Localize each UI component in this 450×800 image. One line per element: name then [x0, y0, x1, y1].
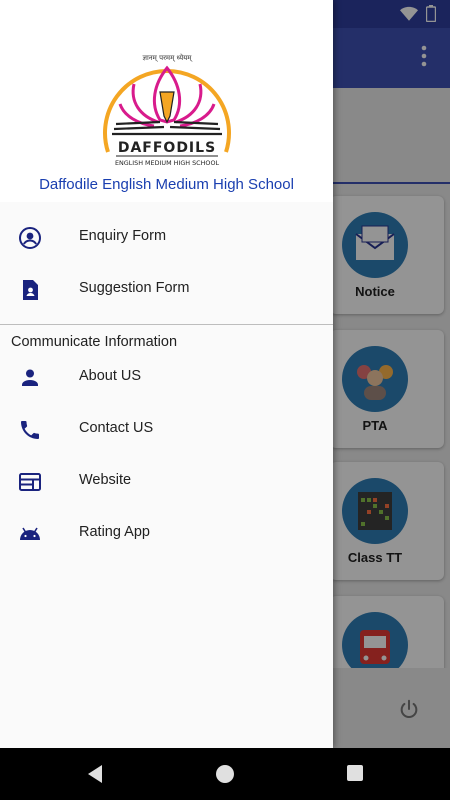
- menu-item-contact-us[interactable]: Contact US: [0, 404, 333, 456]
- navigation-drawer: ज्ञानम् परमम् ध्येयम् DAFFODILS ENGLISH …: [0, 0, 333, 748]
- menu-item-label: Rating App: [79, 524, 150, 540]
- menu-item-label: Suggestion Form: [79, 280, 190, 296]
- phone-icon: [21, 421, 39, 439]
- drawer-header: ज्ञानम् परमम् ध्येयम् DAFFODILS ENGLISH …: [0, 0, 333, 202]
- person-icon: [22, 369, 38, 386]
- menu-item-label: About US: [79, 368, 142, 384]
- recents-icon[interactable]: [347, 765, 363, 781]
- menu-item-about-us[interactable]: About US: [0, 352, 333, 404]
- menu-item-suggestion-form[interactable]: Suggestion Form: [0, 264, 333, 316]
- menu-item-label: Enquiry Form: [79, 228, 167, 244]
- account-circle-icon: [19, 227, 41, 249]
- divider: [0, 324, 333, 325]
- school-logo: ज्ञानम् परमम् ध्येयम् DAFFODILS ENGLISH …: [103, 53, 231, 167]
- menu-item-website[interactable]: Website: [0, 456, 333, 508]
- logo-subtitle: ENGLISH MEDIUM HIGH SCHOOL: [115, 159, 220, 167]
- menu-item-label: Contact US: [79, 420, 154, 436]
- school-name: Daffodile English Medium High School: [39, 176, 294, 193]
- home-icon[interactable]: [216, 765, 234, 783]
- menu-item-label: Website: [79, 472, 132, 488]
- menu-item-rating-app[interactable]: Rating App: [0, 508, 333, 560]
- menu-item-enquiry-form[interactable]: Enquiry Form: [0, 212, 333, 264]
- web-icon: [19, 473, 41, 491]
- android-icon: [20, 527, 40, 540]
- section-title: Communicate Information: [11, 334, 178, 350]
- back-icon[interactable]: [86, 764, 104, 784]
- contact-file-icon: [23, 280, 38, 300]
- logo-brand: DAFFODILS: [118, 140, 216, 156]
- system-nav-bar: [0, 748, 450, 800]
- logo-tagline: ज्ञानम् परमम् ध्येयम्: [143, 53, 193, 62]
